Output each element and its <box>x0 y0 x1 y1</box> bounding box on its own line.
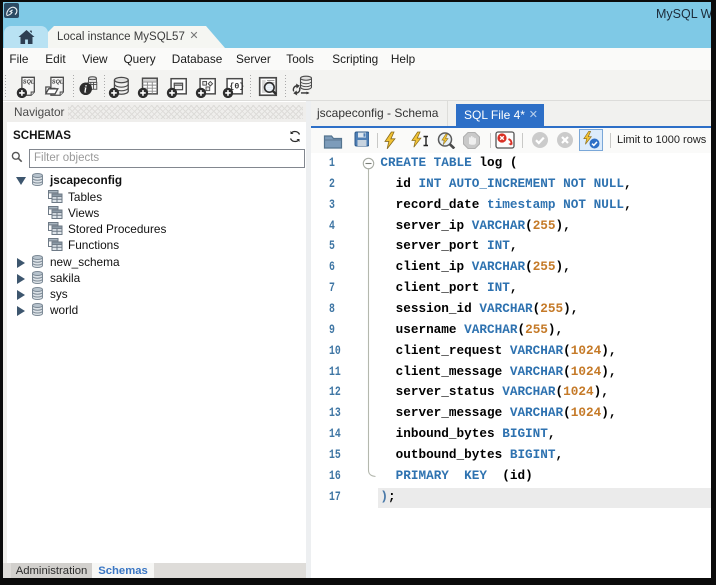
svg-text:SQL: SQL <box>52 80 64 86</box>
svg-text:i: i <box>84 84 87 95</box>
svg-text:SQL: SQL <box>23 80 35 86</box>
